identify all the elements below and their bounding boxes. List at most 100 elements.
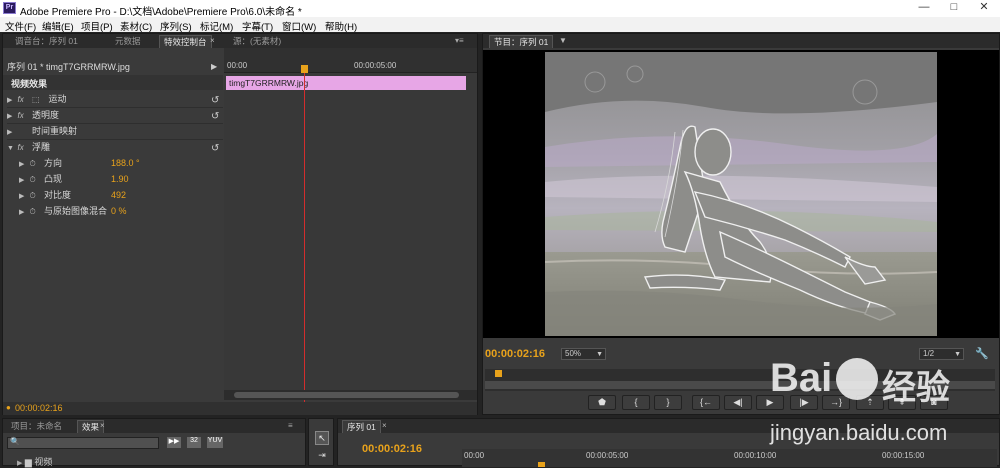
param-value[interactable]: 0 %: [111, 204, 127, 219]
bottom-left-tab-strip: 项目：未命名 效果 × ≡: [3, 419, 305, 433]
tab-project[interactable]: 项目：未命名: [7, 420, 66, 433]
go-to-out-button[interactable]: →}: [822, 395, 850, 410]
stopwatch-icon[interactable]: ⏱: [30, 156, 42, 171]
menu-project[interactable]: 项目(P): [81, 19, 113, 33]
project-effects-panel: 项目：未命名 效果 × ≡ 🔍 ▶▶ 32 YUV ▶ ▆ 视频: [2, 418, 306, 468]
chevron-down-icon[interactable]: ▼: [559, 36, 567, 45]
menu-window[interactable]: 窗口(W): [282, 19, 316, 33]
tools-panel: ↖ ⇥: [308, 418, 334, 466]
program-scrubber[interactable]: [485, 369, 995, 391]
expand-triangle-icon[interactable]: ▶: [19, 157, 27, 172]
play-button[interactable]: ▶: [756, 395, 784, 410]
collapse-triangle-icon[interactable]: ▼: [7, 141, 15, 156]
clip-bar[interactable]: timgT7GRRMRW.jpg: [226, 76, 466, 90]
effect-timeline-ruler[interactable]: 00:00 00:00:05:00: [224, 48, 477, 73]
expand-triangle-icon[interactable]: ▶: [7, 109, 15, 124]
premiere-logo-icon: Pr: [3, 2, 16, 14]
reset-icon[interactable]: ↺: [211, 141, 219, 156]
expand-triangle-icon[interactable]: ▶: [7, 125, 15, 140]
menu-help[interactable]: 帮助(H): [325, 19, 357, 33]
effect-name: 浮雕: [32, 142, 51, 152]
menu-clip[interactable]: 素材(C): [120, 19, 152, 33]
selection-tool-icon[interactable]: ↖: [315, 431, 329, 445]
resolution-dropdown[interactable]: 1/2 ▼: [919, 348, 964, 360]
playhead-marker-icon[interactable]: [538, 462, 545, 467]
close-tab-icon[interactable]: ×: [210, 36, 215, 45]
menu-file[interactable]: 文件(F): [5, 19, 36, 33]
panel-menu-icon[interactable]: ≡: [288, 421, 293, 430]
accelerated-effects-icon[interactable]: ▶▶: [167, 437, 181, 448]
menu-edit[interactable]: 编辑(E): [42, 19, 74, 33]
close-tab-icon[interactable]: ×: [382, 421, 387, 430]
param-label: 方向: [44, 158, 63, 168]
extract-button[interactable]: ⇞: [888, 395, 916, 410]
minimize-button[interactable]: —: [910, 1, 938, 15]
tab-audio-mixer[interactable]: 调音台：序列 01: [11, 35, 82, 48]
menu-title[interactable]: 字幕(T): [242, 19, 273, 33]
scrubber-track[interactable]: [485, 381, 995, 389]
maximize-button[interactable]: □: [940, 1, 968, 15]
stopwatch-icon[interactable]: ⏱: [30, 204, 42, 219]
wrench-icon[interactable]: 🔧: [975, 347, 989, 360]
32bit-effects-icon[interactable]: 32: [187, 437, 201, 448]
emboss-image-svg: [545, 52, 937, 336]
mark-out-button[interactable]: }: [654, 395, 682, 410]
tab-sequence[interactable]: 序列 01: [342, 420, 381, 433]
effect-row-opacity[interactable]: ▶ fx 透明度 ↺: [7, 108, 223, 123]
menu-sequence[interactable]: 序列(S): [160, 19, 192, 33]
expand-arrow-icon[interactable]: ▶: [211, 62, 217, 71]
add-marker-button[interactable]: ⬟: [588, 395, 616, 410]
expand-triangle-icon[interactable]: ▶: [7, 93, 15, 108]
fx-icon[interactable]: fx: [18, 92, 30, 107]
title-bar: Pr Adobe Premiere Pro - D:\文档\Adobe\Prem…: [0, 0, 1000, 18]
panel-menu-icon[interactable]: ▾≡: [455, 36, 464, 45]
sequence-timecode[interactable]: 00:00:02:16: [362, 443, 422, 455]
track-select-tool-icon[interactable]: ⇥: [315, 449, 329, 463]
effect-row-time-remap[interactable]: ▶ 时间重映射: [7, 124, 223, 139]
yuv-effects-icon[interactable]: YUV: [207, 437, 223, 448]
sequence-ruler[interactable]: 00:00 00:00:05:00 00:00:10:00 00:00:15:0…: [462, 449, 997, 467]
scrollbar-thumb[interactable]: [234, 392, 459, 398]
tab-program[interactable]: 节目：序列 01: [489, 35, 554, 48]
sequence-timeline-panel: 序列 01 × 00:00:02:16 00:00 00:00:05:00 00…: [337, 418, 1000, 467]
expand-triangle-icon[interactable]: ▶: [19, 205, 27, 220]
go-to-in-button[interactable]: {←: [692, 395, 720, 410]
effect-row-emboss[interactable]: ▼ fx 浮雕 ↺: [7, 140, 223, 155]
param-row-relief: ▶ ⏱ 凸现 1.90: [19, 172, 219, 187]
tab-metadata[interactable]: 元数据: [111, 35, 145, 48]
param-value[interactable]: 1.90: [111, 172, 129, 187]
reset-icon[interactable]: ↺: [211, 93, 219, 108]
stopwatch-icon[interactable]: ⏱: [30, 172, 42, 187]
program-timecode[interactable]: 00:00:02:16: [485, 348, 545, 360]
folder-row-video[interactable]: ▶ ▆ 视频: [17, 455, 52, 468]
fx-icon[interactable]: fx: [18, 140, 30, 155]
expand-triangle-icon[interactable]: ▶: [19, 189, 27, 204]
step-back-button[interactable]: ◀|: [724, 395, 752, 410]
playhead-marker-icon[interactable]: [495, 370, 503, 377]
lift-button[interactable]: ⇡: [856, 395, 884, 410]
ruler-label: 00:00:10:00: [734, 451, 777, 460]
current-timecode[interactable]: 00:00:02:16: [15, 403, 63, 413]
tab-source[interactable]: 源：(无素材): [229, 35, 285, 48]
playhead-marker-icon[interactable]: [301, 65, 308, 73]
param-value[interactable]: 492: [111, 188, 126, 203]
fx-icon[interactable]: fx: [18, 108, 30, 123]
tab-effect-controls[interactable]: 特效控制台: [159, 35, 212, 48]
menu-marker[interactable]: 标记(M): [200, 19, 233, 33]
mark-in-button[interactable]: {: [622, 395, 650, 410]
video-canvas[interactable]: [483, 50, 999, 338]
reset-icon[interactable]: ↺: [211, 109, 219, 124]
close-tab-icon[interactable]: ×: [100, 421, 105, 430]
zoom-dropdown[interactable]: 50% ▼: [561, 348, 606, 360]
expand-triangle-icon[interactable]: ▶: [19, 173, 27, 188]
effect-row-motion[interactable]: ▶ fx ⬚ 运动 ↺: [7, 92, 223, 107]
stopwatch-icon[interactable]: ⏱: [30, 188, 42, 203]
effects-search-input[interactable]: 🔍: [7, 437, 159, 449]
video-effects-label: 视频效果: [11, 79, 48, 89]
export-frame-button[interactable]: ◙: [920, 395, 948, 410]
step-forward-button[interactable]: |▶: [790, 395, 818, 410]
param-value[interactable]: 188.0 °: [111, 156, 140, 171]
timeline-scrollbar[interactable]: [224, 390, 477, 400]
close-button[interactable]: ✕: [970, 1, 998, 15]
param-label: 对比度: [44, 190, 72, 200]
